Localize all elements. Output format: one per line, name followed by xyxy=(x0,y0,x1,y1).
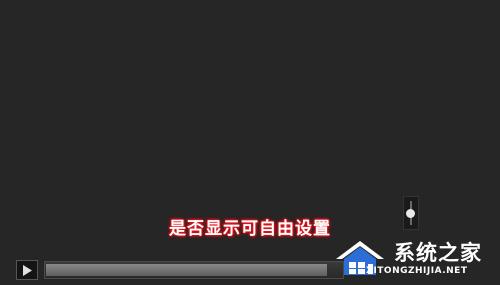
watermark-site-name: 系统之家 xyxy=(394,241,482,265)
volume-slider[interactable] xyxy=(403,196,419,230)
play-icon xyxy=(23,264,32,276)
volume-knob[interactable] xyxy=(406,209,415,218)
seek-bar[interactable] xyxy=(44,261,344,279)
seek-bar-progress xyxy=(46,264,327,276)
play-button[interactable] xyxy=(16,260,38,280)
watermark-url: XITONGZHIJIA.NET xyxy=(366,266,468,276)
site-watermark: 系统之家 XITONGZHIJIA.NET xyxy=(330,234,500,285)
video-player: 是否显示可自由设置 系统之家 XITONGZHIJIA.NET xyxy=(0,0,500,285)
